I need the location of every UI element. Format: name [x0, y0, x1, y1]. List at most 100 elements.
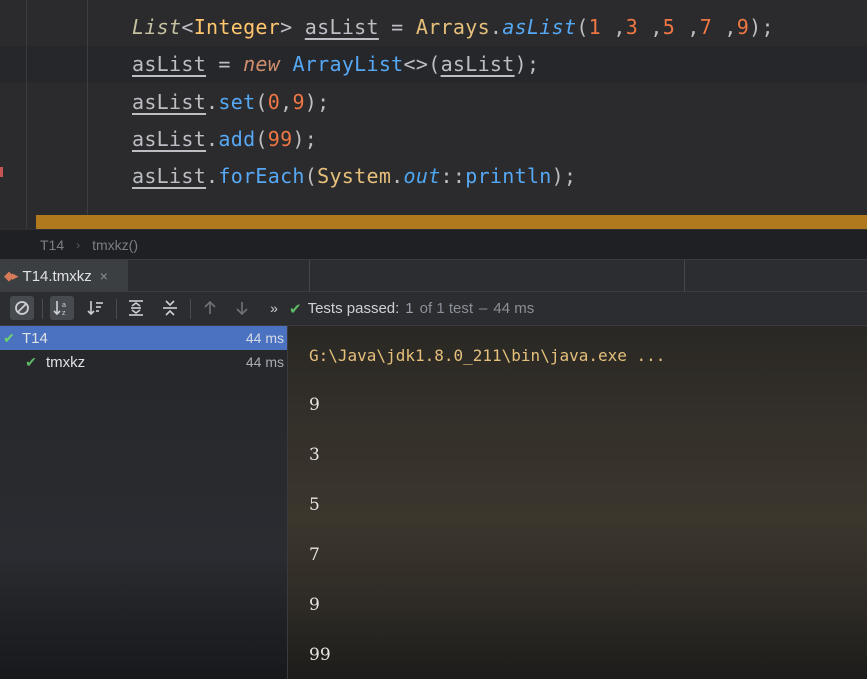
run-tab[interactable]: ◆▸ T14.tmxkz × [0, 260, 128, 292]
run-tab-label: T14.tmxkz [22, 267, 92, 285]
variable-aslist[interactable]: asList [132, 52, 206, 76]
console-output-line: 3 [309, 445, 320, 465]
console-output[interactable]: G:\Java\jdk1.8.0_211\bin\java.exe ... 9 … [288, 326, 867, 679]
code-line-3[interactable]: asList.set(0,9); [132, 84, 329, 121]
method-add[interactable]: add [218, 127, 255, 151]
code-line-4[interactable]: asList.add(99); [132, 121, 317, 158]
svg-text:z: z [62, 310, 66, 317]
arg-literal: 7 [699, 15, 713, 39]
test-status: ✔ Tests passed: 1 of 1 test – 44 ms [289, 292, 534, 325]
tree-item-label: tmxkz [46, 353, 86, 371]
comma: , [601, 15, 626, 39]
arg-literal: 9 [292, 90, 305, 114]
method-println[interactable]: println [465, 164, 551, 188]
arg-literal: 3 [625, 15, 639, 39]
tree-item-time: 44 ms [245, 330, 284, 346]
class-arraylist[interactable]: ArrayList [292, 52, 403, 76]
run-config-icon: ◆▸ [4, 268, 18, 283]
arg-literal: 0 [267, 90, 281, 114]
arg-literal: 5 [662, 15, 676, 39]
run-tab-bar: ◆▸ T14.tmxkz × [0, 259, 867, 292]
code-line-2[interactable]: asList = new ArrayList<>(asList); [132, 46, 539, 83]
console-output-line: 9 [309, 595, 320, 615]
code-line-5[interactable]: asList.forEach(System.out::println); [132, 158, 576, 195]
next-failed-icon[interactable] [230, 296, 254, 320]
arg-literal: 99 [267, 127, 293, 151]
dot: . [206, 127, 219, 151]
variable-aslist[interactable]: asList [305, 15, 379, 39]
code-line-1[interactable]: List<Integer> asList = Arrays.asList(1 ,… [132, 9, 774, 46]
breadcrumb: T14 › tmxkz() [0, 229, 867, 259]
console-output-line: 9 [309, 395, 320, 415]
code-editor[interactable]: List<Integer> asList = Arrays.asList(1 ,… [0, 0, 867, 229]
tab-divider [684, 260, 685, 292]
toolbar-separator [116, 299, 117, 319]
type-integer: Integer [193, 15, 281, 39]
passed-check-icon: ✔ [25, 353, 37, 370]
dot: . [489, 15, 503, 39]
prev-failed-icon[interactable] [198, 296, 222, 320]
assign-op: = [206, 52, 244, 76]
variable-aslist[interactable]: asList [132, 127, 206, 151]
breadcrumb-separator: › [76, 237, 81, 252]
dot: . [206, 164, 219, 188]
variable-aslist[interactable]: asList [441, 52, 515, 76]
statement-end: ); [749, 15, 774, 39]
sort-alpha-icon[interactable]: az [50, 296, 74, 320]
tab-divider [309, 260, 310, 292]
method-ref-op: :: [440, 164, 466, 188]
class-arrays[interactable]: Arrays [416, 15, 490, 39]
statement-end: ); [292, 127, 318, 151]
method-foreach[interactable]: forEach [218, 164, 304, 188]
statement-end: ); [514, 52, 540, 76]
editor-progress-bar [36, 215, 867, 229]
keyword-new: new [243, 52, 281, 76]
console-output-line: 7 [309, 545, 320, 565]
sort-duration-icon[interactable] [84, 296, 108, 320]
class-system[interactable]: System [317, 164, 391, 188]
method-aslist[interactable]: asList [502, 15, 576, 39]
comma: , [280, 90, 293, 114]
tree-item-tmxkz[interactable]: ✔ tmxkz 44 ms [0, 350, 288, 374]
paren-open: ( [304, 164, 318, 188]
field-out[interactable]: out [404, 164, 441, 188]
expand-all-icon[interactable] [124, 296, 148, 320]
svg-text:a: a [62, 302, 66, 309]
collapse-all-icon[interactable] [158, 296, 182, 320]
status-passed-count: 1 [405, 300, 414, 317]
variable-aslist[interactable]: asList [132, 90, 206, 114]
close-icon[interactable]: × [100, 268, 108, 284]
variable-aslist[interactable]: asList [132, 164, 206, 188]
tree-item-label: T14 [22, 329, 48, 347]
tree-item-time: 44 ms [245, 354, 284, 370]
paren-open: ( [255, 127, 268, 151]
comma: , [638, 15, 663, 39]
test-tree: ✔ T14 44 ms ✔ tmxkz 44 ms [0, 326, 288, 679]
status-prefix: Tests passed: [307, 300, 400, 317]
passed-check-icon: ✔ [3, 329, 15, 346]
generic-open: < [181, 15, 194, 39]
method-set[interactable]: set [218, 90, 255, 114]
paren-open: ( [428, 52, 441, 76]
generic-close: > [280, 15, 293, 39]
dot: . [206, 90, 219, 114]
check-icon: ✔ [289, 300, 302, 318]
console-output-line: 5 [309, 495, 320, 515]
comma: , [675, 15, 700, 39]
toolbar-separator [190, 299, 191, 319]
type-list: List [132, 15, 182, 39]
paren-open: ( [255, 90, 268, 114]
console-command-line: G:\Java\jdk1.8.0_211\bin\java.exe ... [309, 346, 666, 365]
tree-item-t14[interactable]: ✔ T14 44 ms [0, 326, 288, 350]
diamond-op: <> [403, 52, 429, 76]
console-output-line: 99 [309, 645, 331, 665]
stop-icon[interactable] [10, 296, 34, 320]
arg-literal: 1 [588, 15, 601, 39]
status-time: 44 ms [493, 300, 535, 317]
breadcrumb-class[interactable]: T14 [40, 237, 64, 253]
more-icon[interactable]: » [262, 296, 286, 320]
breadcrumb-method[interactable]: tmxkz() [92, 237, 138, 253]
dot: . [391, 164, 404, 188]
status-total: of 1 test [419, 300, 474, 317]
toolbar-separator [42, 299, 43, 319]
